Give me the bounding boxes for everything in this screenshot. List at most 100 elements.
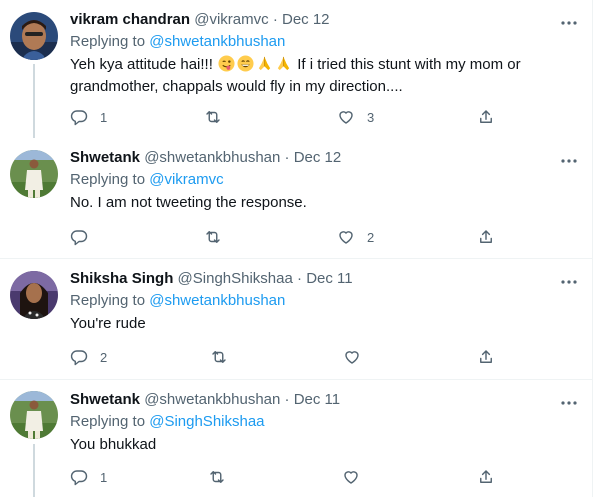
- separator: ·: [272, 11, 278, 28]
- separator: ·: [284, 391, 290, 408]
- share-button[interactable]: [477, 227, 495, 247]
- mention-link[interactable]: @shwetankbhushan: [149, 33, 285, 50]
- tweet-actions: 2: [0, 227, 592, 247]
- reply-button[interactable]: [70, 227, 100, 247]
- share-button[interactable]: [477, 467, 495, 487]
- replying-to-label: Replying to: [70, 413, 146, 430]
- tweet-date[interactable]: Dec 12: [282, 11, 330, 28]
- more-icon: [561, 159, 577, 163]
- like-count: 2: [367, 229, 375, 245]
- tweet-header: Shwetank @shwetankbhushan · Dec 12: [70, 148, 582, 168]
- tweet-date[interactable]: Dec 11: [294, 391, 340, 408]
- more-icon: [561, 280, 577, 284]
- retweet-icon: [206, 231, 220, 243]
- retweet-icon: [206, 111, 220, 123]
- more-button[interactable]: [560, 14, 578, 25]
- reply-count: 1: [100, 109, 108, 125]
- reply-count: 1: [100, 469, 108, 485]
- like-button[interactable]: [343, 347, 373, 367]
- tweet-actions: 2: [0, 347, 592, 367]
- more-button[interactable]: [560, 273, 578, 284]
- tweet[interactable]: Shwetank @shwetankbhushan · Dec 11 Reply…: [0, 380, 592, 497]
- separator: ·: [297, 270, 303, 287]
- avatar-image: [10, 150, 58, 198]
- more-button[interactable]: [560, 394, 578, 405]
- retweet-icon: [210, 471, 224, 483]
- share-icon: [480, 230, 492, 243]
- like-icon: [339, 111, 353, 124]
- user-handle[interactable]: @SinghShikshaa: [178, 270, 293, 287]
- tweet-text: No. I am not tweeting the response.: [70, 194, 307, 211]
- replying-to: Replying to @shwetankbhushan: [70, 290, 582, 312]
- tweet-date[interactable]: Dec 11: [306, 270, 352, 287]
- avatar[interactable]: [10, 271, 58, 319]
- tweet[interactable]: Shiksha Singh @SinghShikshaa · Dec 11 Re…: [0, 259, 592, 379]
- avatar[interactable]: [10, 391, 58, 439]
- like-button[interactable]: [342, 467, 372, 487]
- tweet-text-start: Yeh kya attitude hai!!!: [70, 56, 213, 73]
- tweet-body: Shiksha Singh @SinghShikshaa · Dec 11 Re…: [70, 269, 582, 335]
- folded-hands-emoji: [258, 56, 271, 71]
- winking-face-with-tongue-emoji: [218, 55, 235, 72]
- tweet-text: Yeh kya attitude hai!!! If i tried this …: [70, 54, 582, 98]
- like-button[interactable]: 2: [337, 227, 374, 247]
- like-icon: [344, 471, 358, 484]
- grinning-face-emoji: [237, 55, 254, 72]
- more-icon: [561, 401, 577, 405]
- tweet-actions: 1 3: [0, 107, 592, 127]
- tweet-body: Shwetank @shwetankbhushan · Dec 12 Reply…: [70, 148, 582, 214]
- retweet-button[interactable]: [204, 107, 234, 127]
- like-icon: [339, 231, 353, 244]
- display-name[interactable]: Shiksha Singh: [70, 270, 173, 287]
- tweet[interactable]: Shwetank @shwetankbhushan · Dec 12 Reply…: [0, 138, 592, 258]
- reply-icon: [70, 470, 88, 486]
- tweet-header: Shwetank @shwetankbhushan · Dec 11: [70, 390, 582, 410]
- reply-button[interactable]: 1: [70, 107, 107, 127]
- share-button[interactable]: [477, 107, 495, 127]
- tweet-date[interactable]: Dec 12: [294, 149, 342, 166]
- replying-to-label: Replying to: [70, 171, 146, 188]
- tweet-header: Shiksha Singh @SinghShikshaa · Dec 11: [70, 269, 582, 289]
- display-name[interactable]: Shwetank: [70, 391, 140, 408]
- like-count: 3: [367, 109, 375, 125]
- user-handle[interactable]: @vikramvc: [194, 11, 268, 28]
- retweet-button[interactable]: [208, 467, 238, 487]
- timeline-border: [592, 0, 593, 497]
- tweet-text: You're rude: [70, 315, 146, 332]
- retweet-button[interactable]: [204, 227, 234, 247]
- mention-link[interactable]: @SinghShikshaa: [149, 413, 264, 430]
- tweet-text: You bhukkad: [70, 436, 157, 453]
- tweet[interactable]: vikram chandran @vikramvc · Dec 12 Reply…: [0, 0, 592, 138]
- tweet-body: vikram chandran @vikramvc · Dec 12 Reply…: [70, 10, 582, 98]
- share-icon: [480, 110, 492, 123]
- reply-icon: [70, 110, 88, 126]
- like-icon: [345, 351, 359, 364]
- user-handle[interactable]: @shwetankbhushan: [144, 391, 280, 408]
- replying-to: Replying to @vikramvc: [70, 169, 582, 191]
- reply-icon: [70, 230, 88, 246]
- reply-button[interactable]: 2: [70, 347, 107, 367]
- mention-link[interactable]: @shwetankbhushan: [149, 292, 285, 309]
- avatar[interactable]: [10, 12, 58, 60]
- retweet-button[interactable]: [210, 347, 240, 367]
- avatar[interactable]: [10, 150, 58, 198]
- reply-button[interactable]: 1: [70, 467, 107, 487]
- avatar-image: [10, 271, 58, 319]
- share-button[interactable]: [477, 347, 495, 367]
- more-button[interactable]: [560, 152, 578, 163]
- user-handle[interactable]: @shwetankbhushan: [144, 149, 280, 166]
- display-name[interactable]: vikram chandran: [70, 11, 190, 28]
- replying-to: Replying to @SinghShikshaa: [70, 411, 582, 433]
- tweet-actions: 1: [0, 467, 592, 487]
- reply-count: 2: [100, 349, 108, 365]
- more-icon: [561, 21, 577, 25]
- avatar-image: [10, 12, 58, 60]
- like-button[interactable]: 3: [337, 107, 374, 127]
- replying-to-label: Replying to: [70, 33, 146, 50]
- separator: ·: [284, 149, 290, 166]
- display-name[interactable]: Shwetank: [70, 149, 140, 166]
- avatar-image: [10, 391, 58, 439]
- mention-link[interactable]: @vikramvc: [149, 171, 223, 188]
- tweet-body: Shwetank @shwetankbhushan · Dec 11 Reply…: [70, 390, 582, 456]
- retweet-icon: [212, 351, 226, 363]
